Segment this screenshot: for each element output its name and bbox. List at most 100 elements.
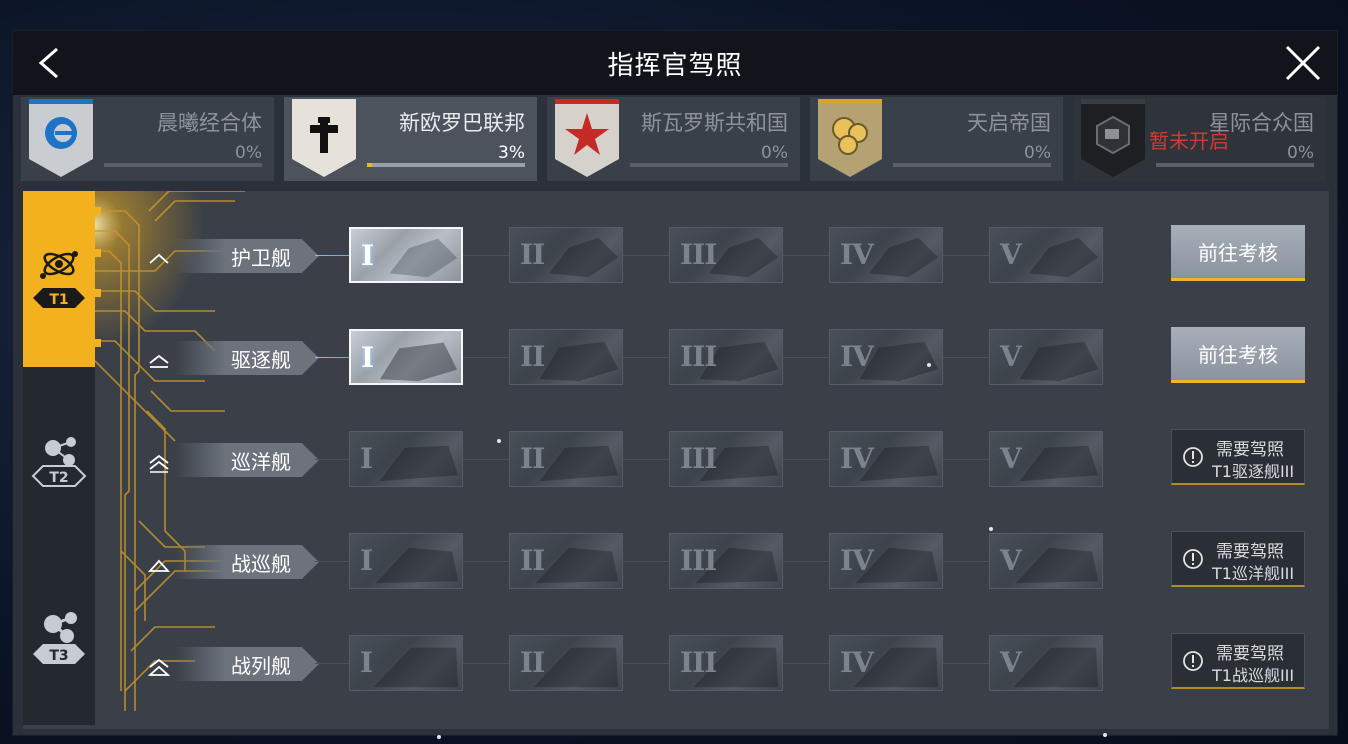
top-bar: 指挥官驾照: [13, 31, 1337, 95]
rank-numeral: III: [680, 442, 717, 475]
faction-progress-text: 0%: [1024, 143, 1051, 163]
info-icon: [1183, 651, 1203, 671]
ship-class-label[interactable]: 战列舰: [175, 647, 319, 681]
rank-numeral: V: [1000, 238, 1022, 271]
faction-tab-new-europa[interactable]: 新欧罗巴联邦 3%: [284, 97, 537, 181]
rank-chevron-icon: [148, 658, 170, 676]
sparkle: [927, 363, 931, 367]
rank-tile-battleship-3[interactable]: III: [669, 635, 783, 691]
rank-tile-destroyer-4[interactable]: IV: [829, 329, 943, 385]
license-requirement[interactable]: 需要驾照 T1战巡舰III: [1171, 633, 1305, 689]
rank-tile-frigate-3[interactable]: III: [669, 227, 783, 283]
apocalypse-emblem-icon: [818, 99, 882, 177]
rank-numeral: II: [520, 340, 545, 373]
locked-label: 暂未开启: [1149, 129, 1229, 153]
rank-tile-cruiser-4[interactable]: IV: [829, 431, 943, 487]
ship-class-label[interactable]: 驱逐舰: [175, 341, 319, 375]
faction-tab-stellar-union[interactable]: 星际合众国 暂未开启 0%: [1073, 97, 1326, 181]
rank-numeral: V: [1000, 544, 1022, 577]
rank-numeral: I: [361, 341, 374, 374]
dawn-emblem-icon: [29, 99, 93, 177]
rank-tile-battleship-2[interactable]: II: [509, 635, 623, 691]
rank-numeral: IV: [840, 238, 874, 271]
svaros-emblem-icon: [555, 99, 619, 177]
rank-numeral: II: [520, 646, 545, 679]
requirement-title: 需要驾照: [1216, 440, 1284, 460]
rank-chevron-icon: [148, 559, 170, 572]
ship-class-row-battlecruiser: 战巡舰 I II III IV V 需要驾照 T1巡洋舰III: [23, 531, 1329, 601]
rank-numeral: V: [1000, 442, 1022, 475]
rank-numeral: I: [360, 646, 373, 679]
rank-tile-frigate-2[interactable]: II: [509, 227, 623, 283]
faction-progress-bar: [104, 163, 262, 167]
rank-numeral: IV: [840, 442, 874, 475]
rank-numeral: IV: [840, 544, 874, 577]
requirement-title: 需要驾照: [1216, 644, 1284, 664]
sparkle: [1103, 733, 1107, 737]
requirement-detail: T1战巡舰III: [1212, 666, 1295, 685]
faction-name: 晨曦经合体: [157, 111, 262, 135]
faction-tabs: 晨曦经合体 0% 新欧罗巴联邦 3% 斯瓦罗斯共和国 0% 天启帝国 0% 星际…: [21, 97, 1329, 183]
faction-name: 天启帝国: [967, 111, 1051, 135]
ship-class-label[interactable]: 战巡舰: [175, 545, 319, 579]
go-to-exam-button[interactable]: 前往考核: [1171, 327, 1305, 383]
rank-chevron-icon: [149, 354, 169, 368]
rank-tile-frigate-1[interactable]: I: [349, 227, 463, 283]
sparkle: [497, 439, 501, 443]
rank-chevron-icon: [149, 454, 169, 473]
license-window: 指挥官驾照 晨曦经合体 0% 新欧罗巴联邦 3% 斯瓦罗斯共和国 0% 天启帝国…: [12, 30, 1338, 739]
faction-progress-bar: [630, 163, 788, 167]
go-to-exam-button[interactable]: 前往考核: [1171, 225, 1305, 281]
faction-progress-bar: [893, 163, 1051, 167]
license-panel: T1 T2 T3 护卫舰 I II III IV V 前往考核 驱逐舰 I II…: [23, 191, 1329, 739]
license-requirement[interactable]: 需要驾照 T1巡洋舰III: [1171, 531, 1305, 587]
rank-tile-battlecruiser-5[interactable]: V: [989, 533, 1103, 589]
faction-progress-bar: [1156, 163, 1314, 167]
rank-numeral: III: [680, 238, 717, 271]
rank-tile-frigate-5[interactable]: V: [989, 227, 1103, 283]
rank-tile-battleship-5[interactable]: V: [989, 635, 1103, 691]
faction-progress-text: 0%: [761, 143, 788, 163]
rank-tile-destroyer-1[interactable]: I: [349, 329, 463, 385]
ship-class-row-battleship: 战列舰 I II III IV V 需要驾照 T1战巡舰III: [23, 633, 1329, 703]
ship-class-row-cruiser: 巡洋舰 I II III IV V 需要驾照 T1驱逐舰III: [23, 429, 1329, 499]
faction-name: 新欧罗巴联邦: [399, 111, 525, 135]
rank-tile-destroyer-2[interactable]: II: [509, 329, 623, 385]
info-icon: [1183, 447, 1203, 467]
rank-tile-battlecruiser-3[interactable]: III: [669, 533, 783, 589]
faction-tab-apocalypse[interactable]: 天启帝国 0%: [810, 97, 1063, 181]
rank-tile-destroyer-3[interactable]: III: [669, 329, 783, 385]
rank-numeral: IV: [840, 340, 874, 373]
rank-tile-battleship-4[interactable]: IV: [829, 635, 943, 691]
rank-tile-frigate-4[interactable]: IV: [829, 227, 943, 283]
rank-tile-cruiser-1[interactable]: I: [349, 431, 463, 487]
faction-progress-text: 0%: [1287, 143, 1314, 163]
rank-tile-battlecruiser-1[interactable]: I: [349, 533, 463, 589]
faction-tab-dawn[interactable]: 晨曦经合体 0%: [21, 97, 274, 181]
rank-numeral: V: [1000, 646, 1022, 679]
ship-class-label[interactable]: 护卫舰: [175, 239, 319, 273]
rank-numeral: II: [520, 238, 545, 271]
rank-numeral: IV: [840, 646, 874, 679]
new-europa-emblem-icon: [292, 99, 356, 177]
rank-tile-battlecruiser-4[interactable]: IV: [829, 533, 943, 589]
license-requirement[interactable]: 需要驾照 T1驱逐舰III: [1171, 429, 1305, 485]
sparkle: [989, 527, 993, 531]
close-icon[interactable]: [1283, 43, 1323, 83]
rank-tile-battleship-1[interactable]: I: [349, 635, 463, 691]
rank-tile-cruiser-2[interactable]: II: [509, 431, 623, 487]
rank-tile-battlecruiser-2[interactable]: II: [509, 533, 623, 589]
rank-tile-cruiser-5[interactable]: V: [989, 431, 1103, 487]
faction-tab-svaros[interactable]: 斯瓦罗斯共和国 0%: [547, 97, 800, 181]
requirement-title: 需要驾照: [1216, 542, 1284, 562]
stellar-union-emblem-icon: [1081, 99, 1145, 177]
rank-chevron-icon: [149, 253, 169, 264]
rank-tile-destroyer-5[interactable]: V: [989, 329, 1103, 385]
requirement-detail: T1巡洋舰III: [1212, 564, 1295, 583]
rank-tile-cruiser-3[interactable]: III: [669, 431, 783, 487]
ship-class-label[interactable]: 巡洋舰: [175, 443, 319, 477]
rank-numeral: V: [1000, 340, 1022, 373]
rank-numeral: I: [360, 442, 373, 475]
rank-numeral: II: [520, 442, 545, 475]
rank-numeral: II: [520, 544, 545, 577]
